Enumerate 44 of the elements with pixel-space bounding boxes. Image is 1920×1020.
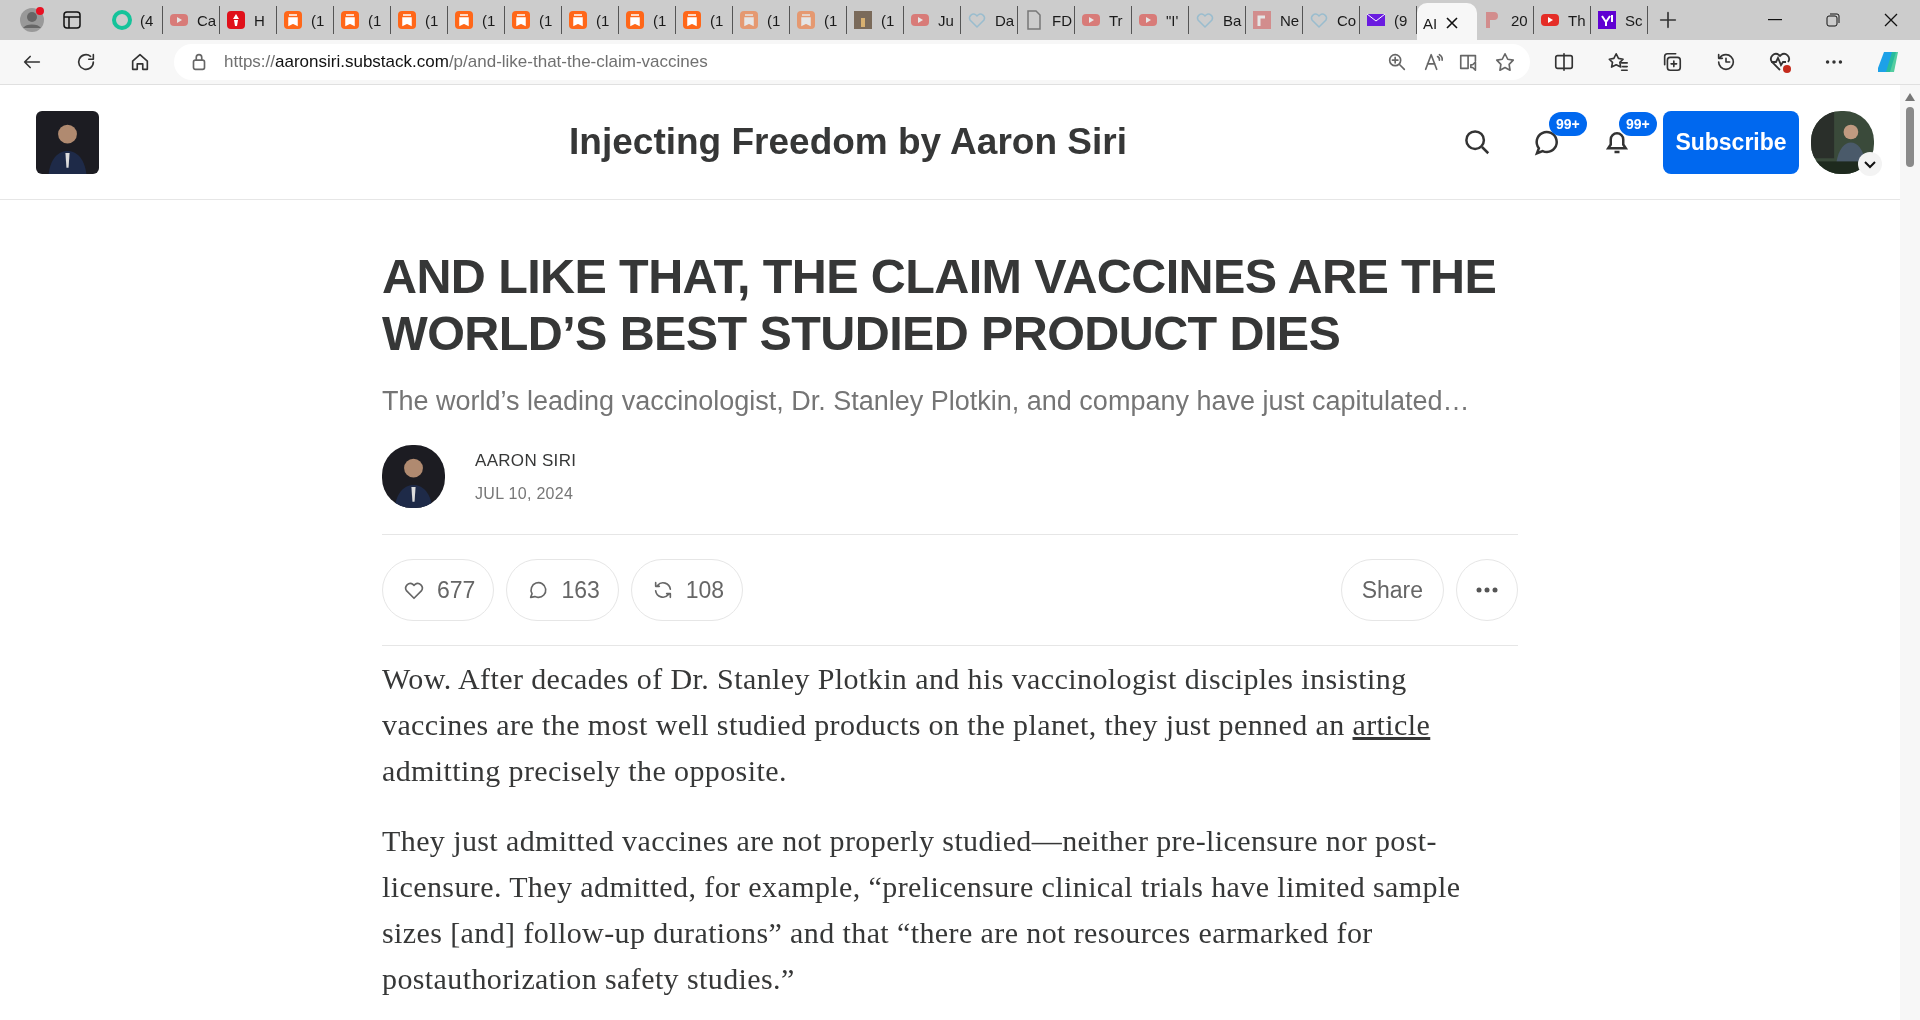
author-name[interactable]: AARON SIRI (475, 450, 577, 471)
post-subtitle: The world’s leading vaccinologist, Dr. Stanley Plotkin, and company have just capitulated… (382, 386, 1471, 417)
browser-tab[interactable]: (1 (619, 6, 676, 34)
browser-tab[interactable]: Ca (163, 6, 220, 34)
browser-tab[interactable]: (1 (277, 6, 334, 34)
body-paragraph: They just admitted vaccines are not properly studied—neither pre-licensure nor post-licensure. They admitted, for example, “prelicensure clinical trials have limited sample sizes [and] follow-up durations” and that “there are not resources earmarked for postauthorization safety studies.” (382, 823, 1462, 997)
browser-tab[interactable]: Ju (904, 6, 961, 34)
browser-tab[interactable]: (1 (505, 6, 562, 34)
browser-tab[interactable]: FD (1018, 6, 1075, 34)
browser-tab[interactable]: (1 (847, 6, 904, 34)
browser-tab[interactable]: Th (1534, 6, 1591, 34)
url-text: https://aaronsiri.substack.com/p/and-like-that-the-claim-vaccines (224, 52, 708, 72)
comment-button[interactable]: 163 (506, 559, 619, 621)
browser-tab[interactable]: H (220, 6, 277, 34)
browser-tab[interactable]: Sc (1591, 6, 1648, 34)
body-paragraph: Wow. After decades of Dr. Stanley Plotkin and his vaccinologist disciples insisting vaccines are the most well studied products on the planet, they just penned an article admitting precisely the opposite. (382, 661, 1432, 789)
browser-tab[interactable]: (9 (1360, 6, 1417, 34)
subscribe-button[interactable]: Subscribe (1663, 110, 1799, 174)
browser-tab[interactable]: Ba (1189, 6, 1246, 34)
browser-tab[interactable]: 20 (1477, 6, 1534, 34)
address-field[interactable]: https://aaronsiri.substack.com/p/and-like-that-the-claim-vaccines (174, 44, 1530, 80)
count-badge: 99+ (1619, 112, 1657, 136)
count-badge: 99+ (1549, 112, 1587, 136)
browser-tab[interactable]: (1 (448, 6, 505, 34)
publication-title[interactable]: Injecting Freedom by Aaron Siri (99, 121, 1457, 163)
browser-tab[interactable]: (1 (676, 6, 733, 34)
browser-tab[interactable]: "I' (1132, 6, 1189, 34)
browser-tab[interactable]: AI (1417, 3, 1477, 43)
browser-tab[interactable]: (4 (106, 6, 163, 34)
browser-tab[interactable]: Ne (1246, 6, 1303, 34)
restack-button[interactable]: 108 (630, 559, 744, 621)
article-link[interactable]: article (1352, 708, 1431, 741)
browser-tab[interactable]: (1 (562, 6, 619, 34)
browser-tab[interactable]: (1 (391, 6, 448, 34)
browser-tab[interactable]: (1 (334, 6, 391, 34)
browser-tab[interactable]: Da (961, 6, 1018, 34)
like-button[interactable]: 677 (382, 559, 495, 621)
browser-tab[interactable]: Tr (1075, 6, 1132, 34)
post-title: AND LIKE THAT, THE CLAIM VACCINES ARE THE WORLD’S BEST STUDIED PRODUCT DIES (382, 248, 1498, 362)
browser-tab[interactable]: Co (1303, 6, 1360, 34)
post-date: JUL 10, 2024 (475, 484, 575, 503)
browser-tab[interactable]: (1 (733, 6, 790, 34)
share-button[interactable]: Share (1340, 559, 1444, 621)
browser-tab[interactable]: (1 (790, 6, 847, 34)
